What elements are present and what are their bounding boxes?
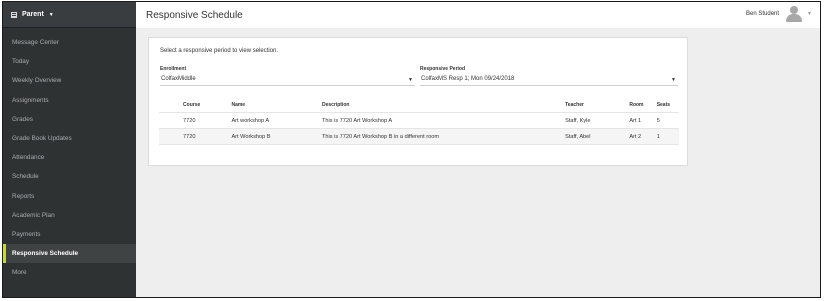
app-window: Parent ▼ Message Center Today Weekly Ove…	[2, 1, 821, 298]
column-header-course[interactable]: Course	[180, 98, 228, 113]
portal-menu-label: Parent	[22, 11, 44, 18]
sidebar-item-payments[interactable]: Payments	[3, 225, 136, 244]
schedule-table: Course Name Description Teacher Room Sea…	[159, 98, 679, 145]
seats-cell: 5	[656, 117, 660, 124]
user-name: Ben Student	[746, 11, 780, 17]
row-select-cell[interactable]	[159, 113, 180, 129]
table-header-row: Course Name Description Teacher Room Sea…	[159, 98, 679, 113]
table-row[interactable]: 7720 Art workshop A This is 7720 Art Wor…	[159, 112, 679, 129]
user-menu[interactable]: Ben Student ▼	[746, 5, 812, 23]
course-cell: 7720	[183, 117, 196, 124]
sidebar: Parent ▼ Message Center Today Weekly Ove…	[3, 2, 136, 297]
chevron-down-icon: ▼	[807, 11, 812, 17]
sidebar-nav: Message Center Today Weekly Overview Ass…	[3, 33, 136, 282]
chevron-down-icon: ▼	[48, 11, 54, 18]
enrollment-value: ColfaxMiddle	[161, 76, 196, 82]
responsive-period-select[interactable]: ColfaxMS Resp 1; Mon 09/24/2018 ▼	[420, 74, 678, 86]
column-header-teacher[interactable]: Teacher	[562, 98, 626, 113]
sidebar-item-today[interactable]: Today	[3, 52, 136, 71]
schedule-card: Select a responsive period to view selec…	[148, 37, 688, 166]
dropdown-arrow-icon: ▼	[671, 77, 676, 83]
column-header-room[interactable]: Room	[626, 98, 653, 113]
dropdown-arrow-icon: ▼	[408, 77, 413, 83]
column-header-name[interactable]: Name	[228, 98, 319, 113]
sidebar-item-responsive-schedule[interactable]: Responsive Schedule	[3, 244, 136, 264]
table-row[interactable]: 7720 Art Workshop B This is 7720 Art Wor…	[159, 128, 679, 145]
responsive-period-label: Responsive Period	[420, 66, 466, 72]
sidebar-item-grade-book-updates[interactable]: Grade Book Updates	[3, 129, 136, 148]
sidebar-item-message-center[interactable]: Message Center	[3, 33, 136, 52]
course-cell: 7720	[183, 133, 196, 140]
seats-cell: 1	[656, 133, 660, 140]
room-cell: Art 1	[629, 117, 642, 124]
sidebar-item-weekly-overview[interactable]: Weekly Overview	[3, 71, 136, 90]
page-title: Responsive Schedule	[146, 9, 243, 21]
grid-icon	[11, 11, 17, 18]
column-header-seats[interactable]: Seats	[654, 98, 679, 113]
row-select-cell[interactable]	[159, 129, 180, 145]
sidebar-item-grades[interactable]: Grades	[3, 110, 136, 129]
column-header-select	[159, 98, 180, 113]
sidebar-item-attendance[interactable]: Attendance	[3, 148, 136, 167]
avatar-body	[786, 14, 803, 22]
sidebar-item-reports[interactable]: Reports	[3, 187, 136, 206]
instruction-text: Select a responsive period to view selec…	[160, 48, 279, 54]
enrollment-label: Enrollment	[160, 66, 187, 72]
portal-menu-button[interactable]: Parent ▼	[3, 2, 136, 28]
teacher-cell: Staff, Kyle	[565, 117, 591, 124]
description-cell: This is 7720 Art Workshop B in a differe…	[321, 133, 439, 140]
page-header: Responsive Schedule Ben Student ▼	[136, 2, 820, 29]
sidebar-item-assignments[interactable]: Assignments	[3, 91, 136, 110]
sidebar-item-more[interactable]: More	[3, 263, 136, 282]
description-cell: This is 7720 Art Workshop A	[321, 117, 393, 124]
sidebar-item-academic-plan[interactable]: Academic Plan	[3, 206, 136, 225]
avatar	[785, 5, 803, 23]
sidebar-item-schedule[interactable]: Schedule	[3, 167, 136, 186]
responsive-period-value: ColfaxMS Resp 1; Mon 09/24/2018	[421, 76, 515, 82]
name-cell: Art workshop A	[231, 117, 270, 124]
column-header-description[interactable]: Description	[319, 98, 562, 113]
teacher-cell: Staff, Abel	[565, 133, 591, 140]
room-cell: Art 2	[629, 133, 642, 140]
enrollment-select[interactable]: ColfaxMiddle ▼	[160, 74, 415, 86]
main-content: Select a responsive period to view selec…	[136, 28, 820, 297]
name-cell: Art Workshop B	[231, 133, 271, 140]
avatar-head	[790, 6, 799, 14]
